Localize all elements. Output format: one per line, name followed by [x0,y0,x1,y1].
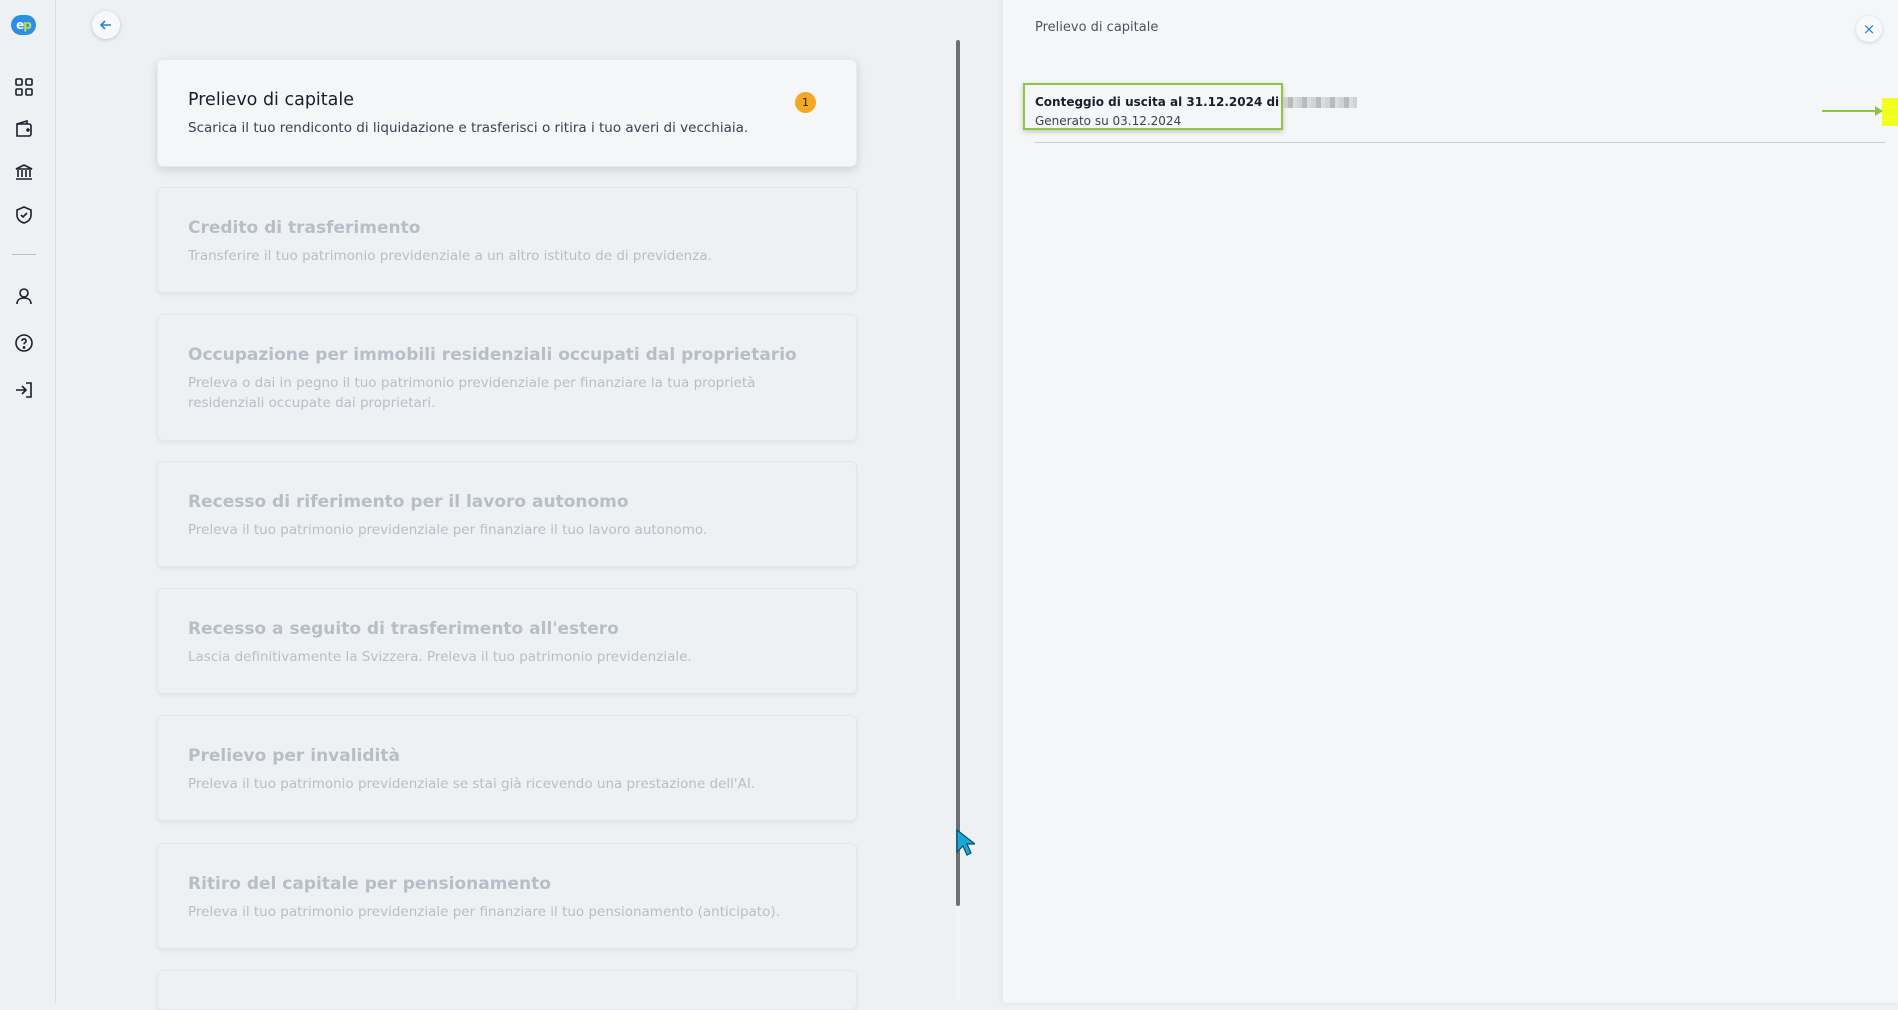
bank-icon[interactable] [12,160,36,184]
panel-title: Prelievo di capitale [1035,20,1159,35]
card-description: Lascia definitivamente la Svizzera. Prel… [188,649,692,665]
arrow-left-icon [99,20,111,30]
mouse-cursor-icon [955,828,977,860]
card-description: Preleva il tuo patrimonio previdenziale … [188,904,780,920]
document-generated-date: Generato su 03.12.2024 [1035,114,1182,128]
close-button[interactable]: × [1856,16,1882,42]
option-card-retirement[interactable]: Ritiro del capitale per pensionamento Pr… [157,843,857,949]
card-description: Preleva il tuo patrimonio previdenziale … [188,522,708,538]
card-description: Scarica il tuo rendiconto di liquidazion… [188,120,749,136]
card-description: Preleva il tuo patrimonio previdenziale … [188,776,756,792]
logo-letter-p: p [23,18,32,32]
wallet-icon[interactable] [12,117,36,141]
annotation-arrow [1822,110,1882,112]
document-row[interactable]: Conteggio di uscita al 31.12.2024 di Gen… [1023,82,1898,143]
notification-badge: 1 [795,92,816,113]
back-button[interactable] [92,11,120,39]
card-title: Recesso a seguito di trasferimento all'e… [188,619,619,639]
scrollbar-thumb[interactable] [956,40,960,906]
card-title: Credito di trasferimento [188,218,421,238]
card-description: Preleva o dai in pegno il tuo patrimonio… [188,375,756,411]
card-title: Prelievo di capitale [188,90,355,110]
logo-letter-e: e [16,18,24,32]
option-card-partial[interactable] [157,970,857,1010]
card-title: Recesso di riferimento per il lavoro aut… [188,492,629,512]
help-circle-icon[interactable] [12,331,36,355]
dashboard-grid-icon[interactable] [12,75,36,99]
card-title: Occupazione per immobili residenziali oc… [188,345,797,365]
option-card-self-employment[interactable]: Recesso di riferimento per il lavoro aut… [157,461,857,567]
option-card-disability[interactable]: Prelievo per invalidità Preleva il tuo p… [157,715,857,821]
sidebar-divider [12,254,36,255]
redacted-name [1283,97,1358,108]
user-icon[interactable] [12,284,36,308]
card-title: Prelievo per invalidità [188,746,400,766]
logout-icon[interactable] [12,378,36,402]
sidebar: ep [0,0,56,1003]
card-description: Transferire il tuo patrimonio previdenzi… [188,248,712,264]
document-title: Conteggio di uscita al 31.12.2024 di [1035,95,1358,109]
option-card-capital-withdrawal[interactable]: Prelievo di capitale Scarica il tuo rend… [157,59,857,167]
app-logo[interactable]: ep [11,15,36,35]
detail-panel: Prelievo di capitale × Conteggio di usci… [1003,0,1898,1003]
open-document-button[interactable] [1882,98,1898,126]
shield-check-icon[interactable] [12,203,36,227]
option-card-moving-abroad[interactable]: Recesso a seguito di trasferimento all'e… [157,588,857,694]
card-title: Ritiro del capitale per pensionamento [188,874,551,894]
option-card-owner-occupied-housing[interactable]: Occupazione per immobili residenziali oc… [157,314,857,441]
document-title-text: Conteggio di uscita al 31.12.2024 di [1035,95,1280,109]
option-card-transfer-credit[interactable]: Credito di trasferimento Transferire il … [157,187,857,293]
